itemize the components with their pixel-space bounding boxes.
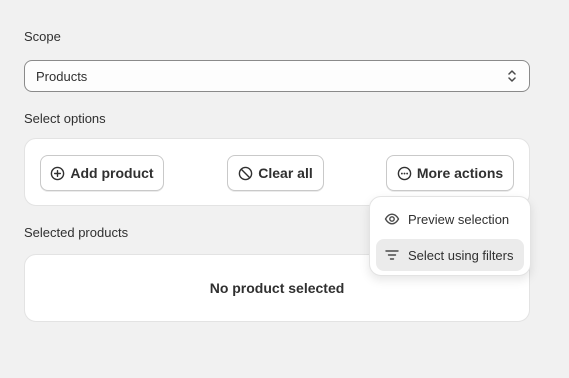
eye-icon	[384, 213, 400, 225]
menu-item-preview-selection[interactable]: Preview selection	[376, 203, 524, 235]
prohibited-icon	[238, 166, 253, 180]
empty-state-text: No product selected	[209, 280, 345, 296]
plus-circle-icon	[51, 166, 65, 180]
ellipsis-circle-icon	[397, 166, 412, 180]
add-product-label: Add product	[70, 165, 154, 181]
select-chevron-icon	[508, 70, 516, 82]
more-actions-button[interactable]: More actions	[386, 155, 514, 191]
clear-all-button[interactable]: Clear all	[227, 155, 324, 191]
menu-item-label: Preview selection	[408, 211, 510, 227]
scope-select[interactable]: Products	[24, 60, 530, 92]
select-options-label: Select options	[24, 111, 106, 126]
more-actions-dropdown: Preview selection Select using filters	[369, 196, 531, 276]
selected-products-label: Selected products	[24, 225, 129, 240]
clear-all-label: Clear all	[258, 165, 313, 181]
more-actions-label: More actions	[416, 165, 504, 181]
scope-label: Scope	[24, 29, 61, 44]
add-product-button[interactable]: Add product	[40, 155, 164, 191]
filter-icon	[385, 250, 399, 260]
scope-select-value: Products	[36, 68, 88, 84]
menu-item-select-using-filters[interactable]: Select using filters	[376, 239, 524, 271]
menu-item-label: Select using filters	[408, 247, 514, 263]
